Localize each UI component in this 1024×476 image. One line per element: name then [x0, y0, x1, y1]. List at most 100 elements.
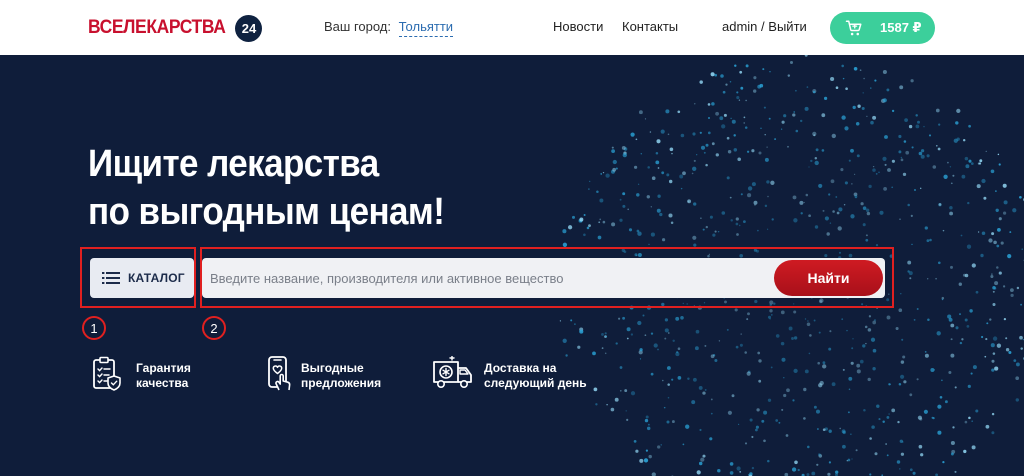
- particle-dot: [919, 417, 923, 421]
- particle-dot: [975, 409, 979, 413]
- particle-dot: [806, 322, 811, 327]
- particle-dot: [835, 86, 839, 89]
- particle-dot: [851, 458, 853, 460]
- city-link[interactable]: Тольятти: [398, 19, 454, 37]
- particle-dot: [692, 132, 696, 136]
- particle-dot: [680, 133, 685, 138]
- particle-dot: [610, 407, 615, 412]
- particle-dot: [780, 310, 785, 315]
- particle-dot: [886, 415, 890, 419]
- particle-dot: [861, 106, 865, 111]
- particle-dot: [1002, 183, 1007, 188]
- particle-dot: [793, 368, 798, 374]
- particle-dot: [739, 471, 742, 473]
- particle-dot: [698, 385, 703, 390]
- particle-dot: [970, 162, 974, 165]
- particle-dot: [794, 460, 798, 465]
- particle-dot: [650, 232, 655, 237]
- particle-dot: [824, 216, 829, 221]
- particle-dot: [924, 353, 929, 358]
- particle-dot: [675, 316, 680, 321]
- particle-dot: [942, 460, 945, 464]
- particle-dot: [980, 253, 984, 258]
- cart-button[interactable]: 1587 ₽: [830, 12, 935, 44]
- particle-dot: [605, 335, 607, 338]
- user-name[interactable]: admin: [722, 19, 757, 34]
- particle-dot: [983, 196, 987, 200]
- particle-dot: [875, 173, 878, 175]
- particle-dot: [991, 232, 995, 236]
- particle-dot: [870, 120, 874, 125]
- particle-dot: [729, 471, 734, 475]
- feature-offers-line-1: Выгодные: [301, 361, 364, 375]
- particle-dot: [812, 90, 816, 94]
- particle-dot: [926, 239, 930, 243]
- particle-dot: [955, 121, 959, 125]
- particle-dot: [723, 113, 727, 117]
- particle-dot: [671, 420, 675, 424]
- nav-news-link[interactable]: Новости: [553, 19, 603, 34]
- particle-dot: [726, 328, 729, 331]
- particle-dot: [803, 417, 806, 420]
- particle-dot: [775, 334, 780, 338]
- feature-delivery-line-2: следующий день: [484, 376, 587, 390]
- particle-dot: [739, 70, 743, 74]
- particle-dot: [562, 229, 567, 234]
- particle-dot: [1007, 254, 1012, 259]
- particle-dot: [1005, 348, 1010, 352]
- particle-dot: [726, 136, 730, 140]
- particle-dot: [671, 378, 674, 381]
- particle-dot: [730, 117, 732, 119]
- particle-dot: [747, 193, 752, 198]
- nav-contacts-link[interactable]: Контакты: [622, 19, 678, 34]
- hero-section: Ищите лекарства по выгодным ценам! КАТАЛ…: [0, 55, 1024, 476]
- particle-dot: [865, 342, 867, 345]
- particle-dot: [918, 444, 923, 449]
- particle-dot: [729, 462, 734, 466]
- particle-dot: [950, 452, 954, 456]
- particle-dot: [574, 323, 576, 325]
- particle-dot: [935, 108, 940, 113]
- logout-link[interactable]: Выйти: [768, 19, 807, 34]
- particle-dot: [703, 151, 706, 154]
- particle-dot: [814, 160, 819, 166]
- particle-dot: [736, 233, 739, 236]
- particle-dot: [865, 238, 869, 242]
- particle-dot: [848, 388, 851, 391]
- particle-dot: [874, 452, 878, 456]
- particle-dot: [862, 206, 867, 210]
- particle-dot: [714, 73, 718, 77]
- particle-dot: [746, 150, 750, 153]
- particle-dot: [588, 224, 591, 228]
- particle-dot: [766, 228, 769, 230]
- particle-dot: [636, 229, 640, 233]
- feature-offers: Выгодные предложения: [265, 356, 405, 392]
- logo-badge: 24: [235, 14, 263, 42]
- particle-dot: [789, 60, 794, 65]
- particle-dot: [949, 166, 952, 168]
- particle-dot: [727, 410, 732, 415]
- particle-dot: [628, 228, 633, 232]
- particle-dot: [950, 323, 955, 328]
- particle-dot: [793, 336, 798, 340]
- particle-dot: [891, 109, 895, 113]
- particle-dot: [885, 443, 887, 445]
- particle-dot: [642, 314, 645, 317]
- particle-dot: [924, 351, 927, 353]
- particle-dot: [959, 313, 961, 316]
- particle-dot: [907, 203, 910, 207]
- particle-dot: [734, 64, 737, 67]
- particle-dot: [1015, 398, 1019, 402]
- site-logo[interactable]: ВСЕЛЕКАРСТВА 24: [88, 14, 263, 42]
- particle-dot: [937, 430, 942, 435]
- particle-dot: [856, 369, 861, 374]
- particle-dot: [770, 180, 775, 185]
- particle-dot: [863, 409, 866, 412]
- particle-dot: [596, 190, 599, 194]
- particle-dot: [900, 158, 904, 162]
- particle-dot: [977, 231, 980, 233]
- particle-dot: [878, 418, 881, 421]
- particle-dot: [988, 238, 993, 243]
- particle-dot: [904, 118, 908, 122]
- particle-dot: [588, 188, 590, 190]
